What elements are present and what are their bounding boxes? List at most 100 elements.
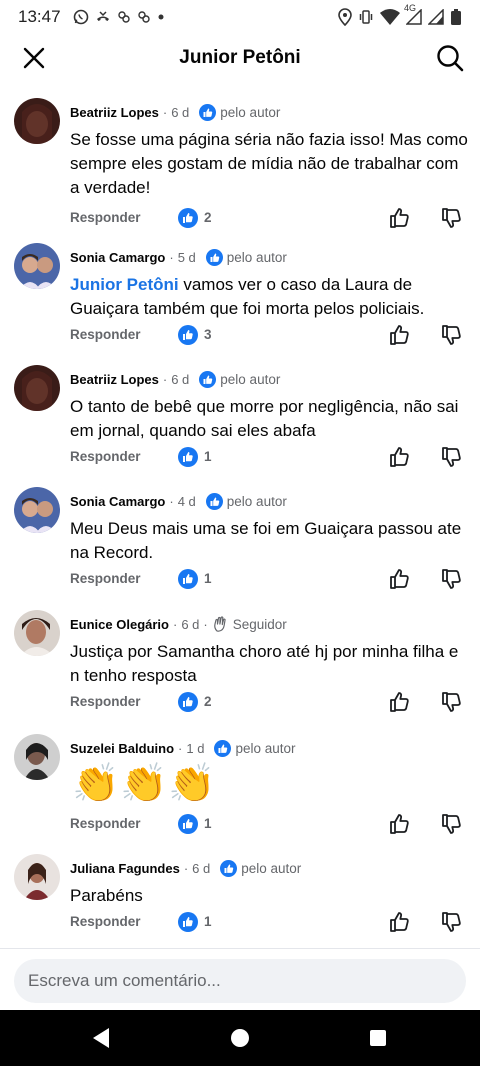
thumbs-up-icon[interactable] xyxy=(388,910,412,934)
like-reaction-icon xyxy=(178,207,198,228)
wifi-icon xyxy=(380,9,400,25)
mention-link[interactable]: Junior Petôni xyxy=(70,275,179,294)
thumbs-down-icon[interactable] xyxy=(440,812,464,836)
like-badge-icon xyxy=(199,371,217,388)
comment-author[interactable]: Juliana Fagundes xyxy=(70,861,180,876)
avatar[interactable] xyxy=(14,487,60,533)
comment-actions: Responder 3 xyxy=(70,324,470,345)
status-system-icons: 4G xyxy=(338,3,462,26)
comment-badge: pelo autor xyxy=(235,741,296,756)
thumbs-up-icon[interactable] xyxy=(388,206,412,230)
comment-header: Beatriiz Lopes · 6 d pelo autor xyxy=(70,104,280,121)
like-reaction-icon xyxy=(178,324,198,345)
search-button[interactable] xyxy=(434,42,466,74)
reaction-summary[interactable]: 3 xyxy=(178,324,212,345)
like-badge-icon xyxy=(205,493,223,510)
thumbs-down-icon[interactable] xyxy=(440,910,464,934)
like-count: 1 xyxy=(204,449,212,464)
thumbs-down-icon[interactable] xyxy=(440,690,464,714)
status-bar: 13:47 4G xyxy=(0,0,480,34)
comment-author[interactable]: Suzelei Balduino xyxy=(70,741,174,756)
separator-dot: · xyxy=(169,494,174,509)
dot-icon xyxy=(157,13,165,21)
reply-button[interactable]: Responder xyxy=(70,571,141,586)
comment-time: 6 d xyxy=(192,861,211,876)
avatar[interactable] xyxy=(14,734,60,780)
system-nav-bar xyxy=(0,1010,480,1066)
reaction-summary[interactable]: 2 xyxy=(178,207,212,228)
thumbs-up-icon[interactable] xyxy=(388,567,412,591)
avatar[interactable] xyxy=(14,365,60,411)
comment-actions: Responder 1 xyxy=(70,568,470,589)
recents-button[interactable] xyxy=(364,1024,392,1052)
like-count: 1 xyxy=(204,571,212,586)
comment-author[interactable]: Beatriiz Lopes xyxy=(70,105,159,120)
close-button[interactable] xyxy=(18,42,50,74)
comment: Eunice Olegário · 6 d · Seguidor Justiça… xyxy=(0,610,480,720)
comment-actions: Responder 2 xyxy=(70,207,470,228)
thumbs-up-icon[interactable] xyxy=(388,323,412,347)
comment-text: Junior Petôni vamos ver o caso da Laura … xyxy=(70,273,470,321)
reply-button[interactable]: Responder xyxy=(70,914,141,929)
like-reaction-icon xyxy=(178,813,198,834)
comment-input[interactable] xyxy=(14,959,466,1003)
thumbs-up-icon[interactable] xyxy=(388,690,412,714)
thumbs-down-icon[interactable] xyxy=(440,445,464,469)
comment: Beatriiz Lopes · 6 d pelo autor O tanto … xyxy=(0,365,480,475)
comment-author[interactable]: Eunice Olegário xyxy=(70,617,169,632)
comment-author[interactable]: Sonia Camargo xyxy=(70,494,165,509)
comment-actions: Responder 1 xyxy=(70,911,470,932)
reply-button[interactable]: Responder xyxy=(70,449,141,464)
thumbs-up-icon[interactable] xyxy=(388,812,412,836)
thumbs-up-icon[interactable] xyxy=(388,445,412,469)
missed-call-icon xyxy=(95,9,111,25)
reply-button[interactable]: Responder xyxy=(70,327,141,342)
comment-badge: pelo autor xyxy=(241,861,302,876)
comment-header: Eunice Olegário · 6 d · Seguidor xyxy=(70,616,287,633)
like-count: 1 xyxy=(204,816,212,831)
like-badge-icon xyxy=(199,104,217,121)
reply-button[interactable]: Responder xyxy=(70,694,141,709)
comment-text: Se fosse uma página séria não fazia isso… xyxy=(70,130,468,197)
comment-time: 6 d xyxy=(171,372,190,387)
reply-button[interactable]: Responder xyxy=(70,816,141,831)
like-count: 1 xyxy=(204,914,212,929)
comment-actions: Responder 2 xyxy=(70,691,470,712)
reaction-summary[interactable]: 1 xyxy=(178,446,212,467)
battery-icon xyxy=(450,8,462,26)
comment-actions: Responder 1 xyxy=(70,446,470,467)
location-icon xyxy=(338,8,352,26)
comment-time: 6 d xyxy=(181,617,200,632)
avatar[interactable] xyxy=(14,98,60,144)
thumbs-down-icon[interactable] xyxy=(440,323,464,347)
recents-icon xyxy=(370,1030,386,1046)
avatar[interactable] xyxy=(14,610,60,656)
separator-dot: · xyxy=(178,741,183,756)
reaction-summary[interactable]: 1 xyxy=(178,813,212,834)
status-time: 13:47 xyxy=(18,7,61,26)
like-reaction-icon xyxy=(178,691,198,712)
thumbs-down-icon[interactable] xyxy=(440,567,464,591)
thumbs-down-icon[interactable] xyxy=(440,206,464,230)
comment-actions: Responder 1 xyxy=(70,813,470,834)
reaction-summary[interactable]: 2 xyxy=(178,691,212,712)
reaction-summary[interactable]: 1 xyxy=(178,568,212,589)
reply-button[interactable]: Responder xyxy=(70,210,141,225)
like-count: 3 xyxy=(204,327,212,342)
comment: Suzelei Balduino · 1 d pelo autor 👏 👏 👏 … xyxy=(0,734,480,844)
comment: Sonia Camargo · 5 d pelo autor Junior Pe… xyxy=(0,243,480,353)
comment-author[interactable]: Sonia Camargo xyxy=(70,250,165,265)
home-button[interactable] xyxy=(226,1024,254,1052)
comment-time: 5 d xyxy=(177,250,196,265)
comment-author[interactable]: Beatriiz Lopes xyxy=(70,372,159,387)
signal-icon: 4G xyxy=(404,3,422,25)
like-reaction-icon xyxy=(178,911,198,932)
whatsapp-icon xyxy=(73,9,89,25)
back-button[interactable] xyxy=(87,1024,115,1052)
separator-dot: · xyxy=(162,372,168,387)
comment-time: 6 d xyxy=(171,105,190,120)
reaction-summary[interactable]: 1 xyxy=(178,911,212,932)
avatar[interactable] xyxy=(14,854,60,900)
comment-time: 1 d xyxy=(186,741,205,756)
avatar[interactable] xyxy=(14,243,60,289)
